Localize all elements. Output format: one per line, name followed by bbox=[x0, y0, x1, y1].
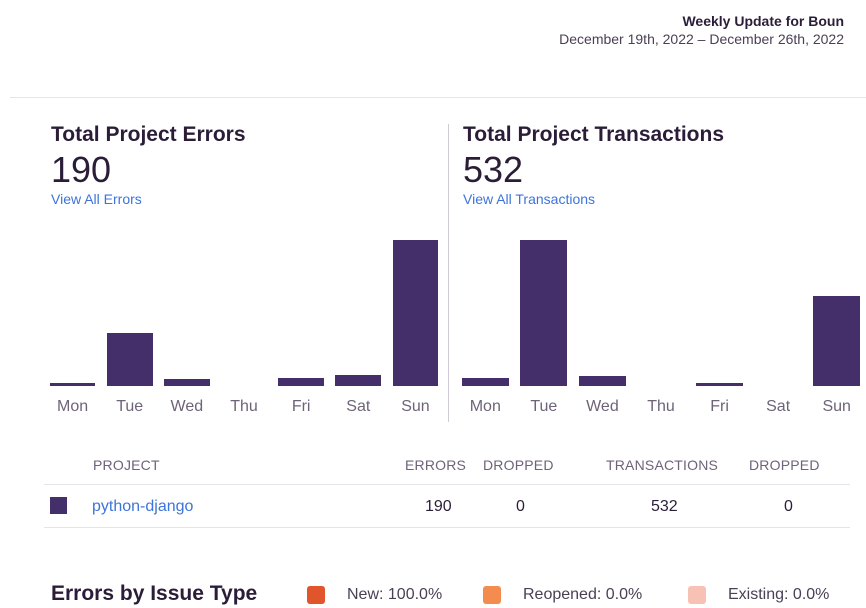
bar-fri bbox=[278, 378, 324, 386]
table-header-divider bbox=[44, 484, 850, 485]
report-date-range: December 19th, 2022 – December 26th, 202… bbox=[559, 31, 844, 47]
x-tick-label: Fri bbox=[710, 398, 729, 415]
issue-type-title: Errors by Issue Type bbox=[51, 582, 258, 605]
transactions-panel-title: Total Project Transactions bbox=[463, 123, 725, 146]
errors-total: 190 bbox=[51, 149, 112, 190]
col-header-errors-dropped: DROPPED bbox=[483, 457, 554, 473]
project-name-link[interactable]: python-django bbox=[92, 498, 193, 516]
col-header-project: PROJECT bbox=[93, 457, 160, 473]
x-tick-label: Sat bbox=[766, 398, 791, 415]
transactions-total: 532 bbox=[463, 149, 524, 190]
x-tick-label: Tue bbox=[530, 398, 558, 415]
bar-wed bbox=[164, 379, 210, 386]
header-divider bbox=[10, 97, 866, 98]
legend-new-swatch bbox=[307, 586, 325, 604]
transactions-panel: Total Project Transactions 532 View All … bbox=[463, 121, 858, 207]
view-all-transactions-link[interactable]: View All Transactions bbox=[463, 191, 858, 207]
legend-reopened-label: Reopened: 0.0% bbox=[523, 586, 643, 603]
legend-new-label: New: 100.0% bbox=[347, 586, 443, 603]
bar-sun bbox=[813, 296, 861, 386]
project-errors: 190 bbox=[425, 498, 452, 515]
col-header-transactions: TRANSACTIONS bbox=[606, 457, 719, 473]
report-title: Weekly Update for Boun bbox=[682, 13, 844, 29]
bar-wed bbox=[579, 376, 626, 386]
x-tick-label: Tue bbox=[116, 398, 144, 415]
x-tick-label: Mon bbox=[469, 398, 501, 415]
view-all-errors-link[interactable]: View All Errors bbox=[51, 191, 446, 207]
bar-fri bbox=[696, 383, 743, 386]
bar-mon bbox=[461, 378, 509, 386]
x-tick-label: Sat bbox=[346, 398, 371, 415]
report-header: Weekly Update for Boun December 19th, 20… bbox=[559, 12, 844, 48]
errors-panel: Total Project Errors 190 View All Errors bbox=[51, 121, 446, 207]
x-tick-label: Fri bbox=[291, 398, 311, 415]
errors-bar-chart bbox=[44, 230, 444, 386]
bar-tue bbox=[106, 333, 153, 386]
bar-sat bbox=[335, 375, 382, 386]
col-header-errors: ERRORS bbox=[405, 457, 467, 473]
project-color-swatch bbox=[50, 497, 67, 514]
errors-panel-title: Total Project Errors bbox=[51, 123, 246, 146]
project-transactions-dropped: 0 bbox=[784, 498, 793, 515]
legend-existing-swatch bbox=[688, 586, 706, 604]
project-transactions: 532 bbox=[651, 498, 678, 515]
issue-type-section: Errors by Issue Type New: 100.0% Reopene… bbox=[51, 582, 866, 608]
x-tick-label: Thu bbox=[647, 398, 675, 415]
x-tick-label: Sun bbox=[401, 398, 430, 415]
panel-divider bbox=[448, 124, 449, 422]
legend-reopened-swatch bbox=[483, 586, 501, 604]
bar-tue bbox=[520, 240, 568, 386]
col-header-transactions-dropped: DROPPED bbox=[749, 457, 820, 473]
x-tick-label: Wed bbox=[586, 398, 619, 415]
x-tick-label: Wed bbox=[170, 398, 204, 415]
bar-mon bbox=[49, 383, 96, 386]
transactions-bar-chart bbox=[456, 230, 866, 386]
legend-existing-label: Existing: 0.0% bbox=[728, 586, 830, 603]
table-row-divider bbox=[44, 527, 850, 528]
x-tick-label: Sun bbox=[822, 398, 851, 415]
bar-sun bbox=[392, 240, 439, 386]
x-tick-label: Mon bbox=[57, 398, 89, 415]
project-errors-dropped: 0 bbox=[516, 498, 525, 515]
x-tick-label: Thu bbox=[230, 398, 258, 415]
